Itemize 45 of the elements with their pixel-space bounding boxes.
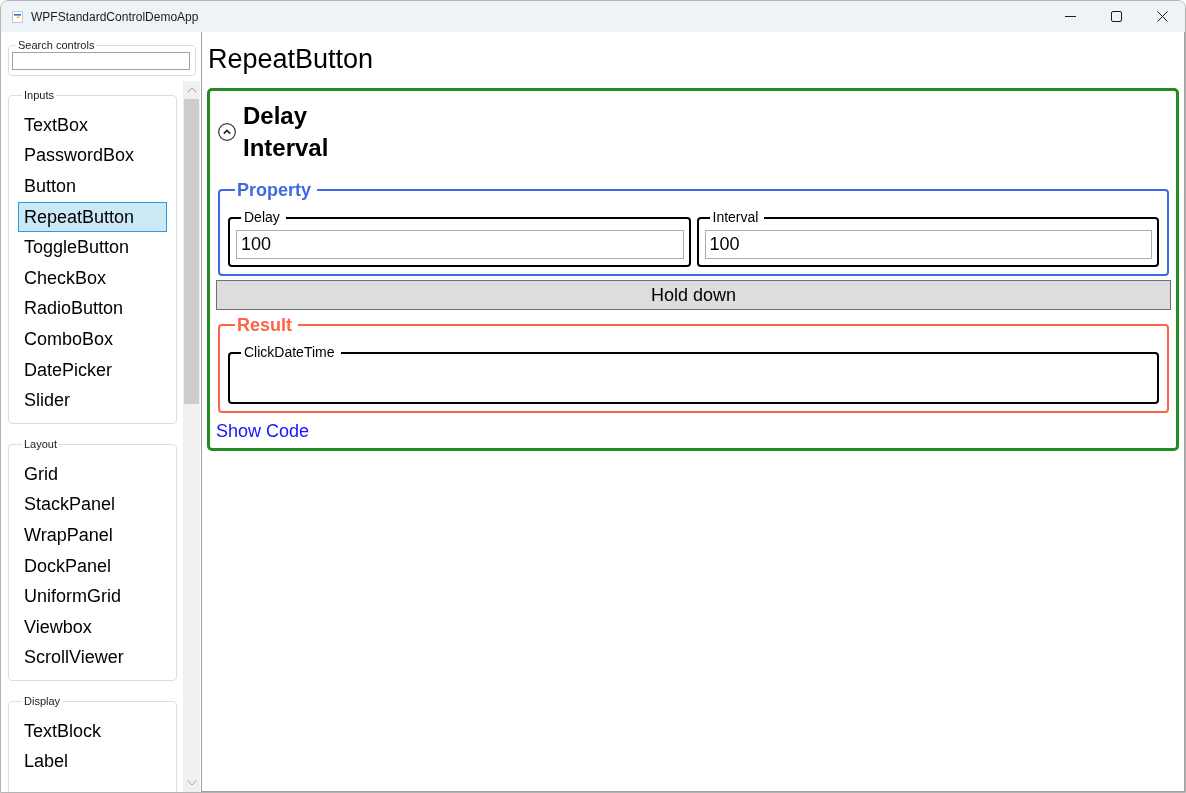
sidebar-item[interactable]: UniformGrid — [18, 581, 167, 612]
sidebar-item[interactable]: TextBox — [18, 110, 167, 141]
sidebar-item[interactable]: CheckBox — [18, 262, 167, 294]
text-field[interactable]: 100 — [704, 230, 1152, 259]
group-header: Result — [236, 314, 293, 337]
field-label: Delay — [243, 209, 281, 226]
sidebar-item[interactable]: RadioButton — [18, 293, 167, 325]
sidebar-item[interactable]: Label — [18, 746, 167, 778]
sidebar-item[interactable]: TextBlock — [18, 716, 167, 747]
sidebar-item[interactable]: DatePicker — [18, 354, 167, 386]
close-icon — [1156, 11, 1168, 22]
text-field[interactable]: 100 — [236, 230, 684, 259]
group-header: Property — [236, 179, 313, 202]
show-code-link[interactable]: Show Code — [216, 420, 310, 442]
field-label: Interval — [711, 209, 760, 226]
sidebar-item[interactable]: StackPanel — [18, 489, 167, 521]
hold-down-button[interactable]: Hold down — [216, 280, 1171, 310]
sidebar-item[interactable]: ToggleButton — [18, 232, 167, 263]
scroll-thumb[interactable] — [184, 99, 199, 404]
sidebar-item[interactable]: Button — [18, 171, 167, 202]
sidebar-item[interactable]: RepeatButton — [18, 201, 167, 233]
maximize-icon — [1110, 11, 1122, 22]
app-icon — [12, 10, 23, 23]
sidebar-item[interactable]: Viewbox — [18, 611, 167, 643]
sidebar-item[interactable]: DockPanel — [18, 550, 167, 582]
group-header: Display — [23, 695, 62, 709]
search-field[interactable] — [12, 52, 190, 70]
collapse-icon[interactable] — [218, 123, 236, 141]
sidebar-item[interactable]: ComboBox — [18, 324, 167, 355]
scrollbar[interactable] — [183, 81, 200, 792]
scroll-up-icon[interactable] — [186, 87, 197, 93]
sidebar-item[interactable]: WrapPanel — [18, 520, 167, 551]
sidebar-item[interactable]: PasswordBox — [18, 140, 167, 172]
window-title: WPFStandardControlDemoApp — [31, 9, 200, 24]
sidebar-item[interactable]: ScrollViewer — [18, 642, 167, 674]
scroll-down-icon[interactable] — [186, 780, 197, 786]
expander-header-text[interactable]: Interval — [243, 132, 329, 164]
sidebar-item[interactable]: Grid — [18, 458, 167, 490]
expander-header-text[interactable]: Delay — [243, 100, 329, 132]
sidebar-item[interactable]: Slider — [18, 385, 167, 416]
search-label: Search controls — [17, 39, 96, 52]
group-header: Layout — [23, 437, 59, 451]
page-title: RepeatButton — [207, 43, 375, 76]
field-label: ClickDateTime — [243, 344, 336, 361]
group-header: Inputs — [23, 89, 55, 102]
